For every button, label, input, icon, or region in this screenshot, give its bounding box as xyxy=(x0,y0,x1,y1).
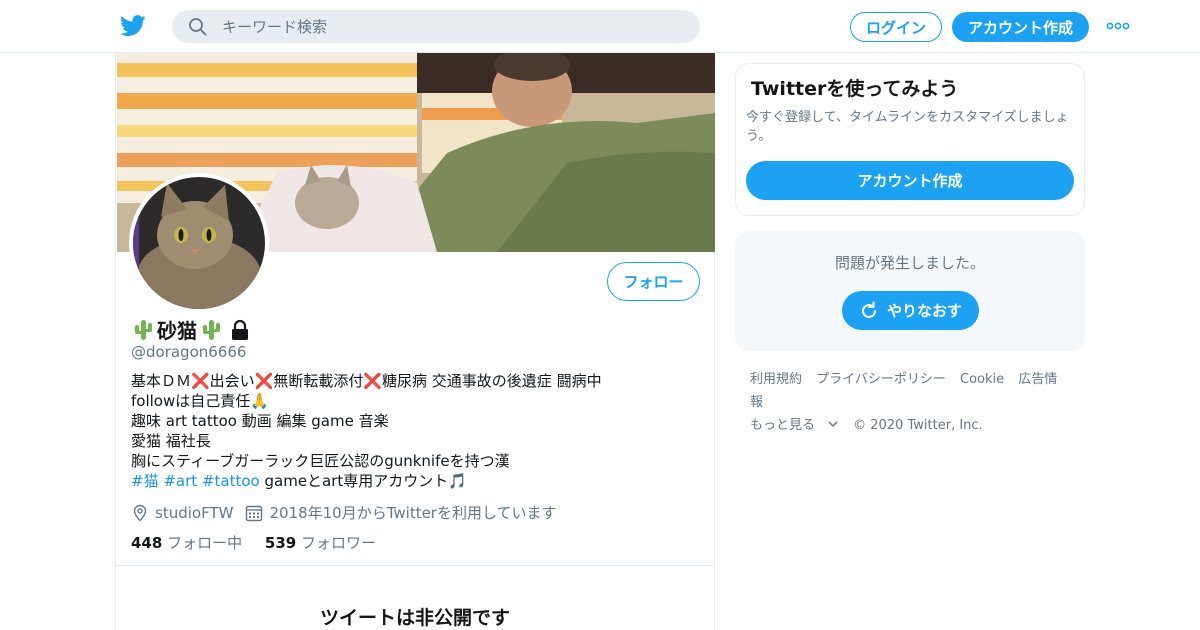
bio-line: 胸にスティーブガーラック巨匠公認のgunknifeを持つ漢 xyxy=(131,452,510,470)
search-icon xyxy=(189,18,207,36)
error-message: 問題が発生しました。 xyxy=(834,254,985,272)
more-icon[interactable] xyxy=(1106,20,1130,32)
bio-line: 趣味 art tattoo 動画 編集 game 音楽 xyxy=(131,412,389,430)
retry-button[interactable]: やりなおす xyxy=(842,291,979,330)
error-panel: 問題が発生しました。 やりなおす xyxy=(735,231,1085,351)
display-name: 砂猫 xyxy=(157,319,197,343)
hashtag-link[interactable]: #art xyxy=(163,472,197,490)
profile-name: 砂猫 xyxy=(131,315,251,344)
profile-handle: @doragon6666 xyxy=(131,343,247,361)
profile-avatar[interactable] xyxy=(129,173,269,313)
search-input[interactable] xyxy=(222,10,682,43)
twitter-logo-icon[interactable] xyxy=(120,14,146,38)
profile-location: studioFTW xyxy=(155,503,234,522)
footer-link-privacy[interactable]: プライバシーポリシー xyxy=(816,372,946,387)
retry-label: やりなおす xyxy=(886,302,962,320)
bio-line: followは自己責任🙏 xyxy=(131,392,269,410)
login-button[interactable]: ログイン xyxy=(850,12,942,42)
footer-link-cookie[interactable]: Cookie xyxy=(960,372,1004,387)
divider xyxy=(116,565,714,566)
hashtag-link[interactable]: #猫 xyxy=(131,472,159,490)
footer-link-terms[interactable]: 利用規約 xyxy=(750,372,802,387)
footer-copyright: © 2020 Twitter, Inc. xyxy=(853,418,983,433)
chevron-down-icon xyxy=(828,421,838,427)
profile-meta: studioFTW 2018年10月からTwitterを利用しています xyxy=(131,502,557,523)
bio-line: 基本ＤＭ❌出会い❌無断転載添付❌糖尿病 交通事故の後遺症 闘病中 xyxy=(131,372,602,390)
follow-button[interactable]: フォロー xyxy=(607,262,700,301)
bio-line-tail: gameとart専用アカウント🎵 xyxy=(264,472,467,490)
bio-line: 愛猫 福社長 xyxy=(131,432,211,450)
profile-bio: 基本ＤＭ❌出会い❌無断転載添付❌糖尿病 交通事故の後遺症 闘病中 followは… xyxy=(131,371,691,491)
profile-column: フォロー 砂猫 @doragon6666 基本ＤＭ❌出会い❌無断転載添付❌糖尿病… xyxy=(115,53,715,630)
followers-link[interactable]: 539 フォロワー xyxy=(265,534,376,552)
calendar-icon xyxy=(246,505,263,521)
hashtag-link[interactable]: #tattoo xyxy=(202,472,260,490)
promo-text: 今すぐ登録して、タイムラインをカスタマイズしましょう。 xyxy=(746,110,1069,144)
search-box[interactable] xyxy=(172,10,700,43)
location-icon xyxy=(133,504,147,521)
refresh-icon xyxy=(862,301,876,318)
promo-title: Twitterを使ってみよう xyxy=(751,78,959,100)
protected-tweets-message: ツイートは非公開です xyxy=(319,607,510,629)
bio-line: #猫 #art #tattoo gameとart専用アカウント🎵 xyxy=(131,471,691,491)
following-link[interactable]: 448 フォロー中 xyxy=(131,534,242,552)
top-bar: ログイン アカウント作成 xyxy=(0,0,1200,53)
cactus-icon xyxy=(135,319,152,340)
promo-signup-button[interactable]: アカウント作成 xyxy=(746,161,1074,200)
footer-more-link[interactable]: もっと見る xyxy=(750,418,839,433)
sidebar-footer: 利用規約 プライバシーポリシー Cookie 広告情報 もっと見る © 2020… xyxy=(750,368,1080,437)
profile-joined-date: 2018年10月からTwitterを利用しています xyxy=(269,504,557,522)
signup-promo-card: Twitterを使ってみよう 今すぐ登録して、タイムラインをカスタマイズしましょ… xyxy=(735,63,1085,216)
signup-button[interactable]: アカウント作成 xyxy=(952,12,1089,42)
follow-counts: 448 フォロー中 539 フォロワー xyxy=(131,532,376,553)
lock-icon xyxy=(232,319,248,340)
cactus-icon xyxy=(203,319,220,340)
